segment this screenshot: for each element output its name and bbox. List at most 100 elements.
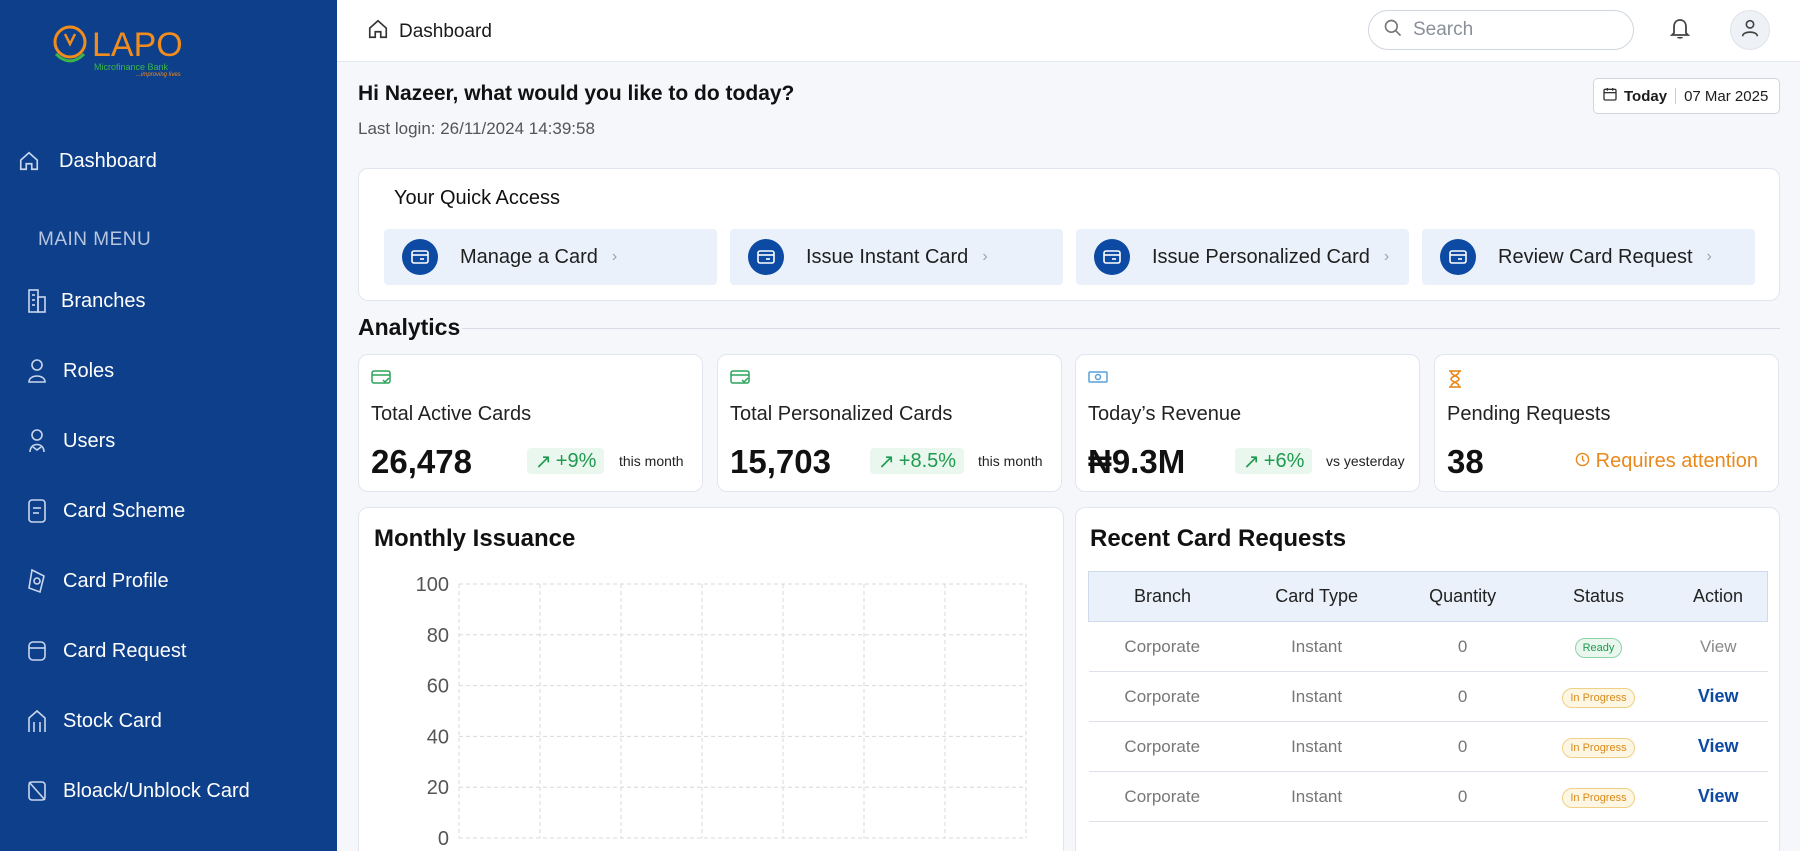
cell-action: View: [1668, 671, 1768, 722]
view-link[interactable]: View: [1698, 786, 1739, 806]
card-request-icon: [25, 639, 49, 663]
block-card-icon: [25, 779, 49, 803]
top-bar: Dashboard: [337, 0, 1800, 62]
view-link[interactable]: View: [1700, 637, 1737, 656]
clock-icon: [1575, 450, 1590, 473]
stat-title: Pending Requests: [1447, 403, 1611, 425]
date-picker[interactable]: Today 07 Mar 2025: [1593, 78, 1780, 114]
cell-branch: Corporate: [1088, 771, 1236, 822]
cell-status: In Progress: [1528, 671, 1669, 722]
card-profile-icon: [25, 568, 49, 594]
y-tick-label: 40: [427, 726, 449, 748]
cell-card-type: Instant: [1235, 771, 1398, 822]
last-login-text: Last login: 26/11/2024 14:39:58: [358, 119, 595, 138]
stat-title: Total Personalized Cards: [730, 403, 953, 425]
column-header: Quantity: [1397, 571, 1529, 622]
cell-status: In Progress: [1528, 721, 1669, 772]
y-tick-label: 80: [427, 625, 449, 647]
stat-value: ₦9.3M: [1088, 443, 1186, 480]
cell-quantity: 0: [1397, 771, 1529, 822]
issue-personalized-card-button[interactable]: Issue Personalized Card ›: [1076, 229, 1409, 285]
greeting-heading: Hi Nazeer, what would you like to do tod…: [358, 82, 795, 105]
stat-change-badge: ↗ +8.5%: [870, 448, 965, 474]
cash-icon: [1088, 369, 1108, 390]
trend-up-icon: ↗: [535, 450, 552, 473]
stat-card-personalized-cards: Total Personalized Cards 15,703 ↗ +8.5% t…: [717, 354, 1062, 492]
recent-requests-table: Branch Card Type Quantity Status Action …: [1087, 571, 1768, 822]
search-box[interactable]: [1368, 10, 1634, 50]
sidebar-item-next[interactable]: [0, 836, 337, 851]
stat-change-badge: ↗ +6%: [1235, 448, 1313, 474]
cell-card-type: Instant: [1235, 671, 1398, 722]
column-header: Action: [1668, 571, 1768, 622]
lapo-emblem-icon: [53, 25, 87, 63]
status-badge: In Progress: [1562, 687, 1635, 708]
search-input[interactable]: [1413, 19, 1613, 41]
card-icon: [748, 239, 784, 275]
column-header: Branch: [1087, 571, 1236, 622]
view-link[interactable]: View: [1698, 686, 1739, 706]
review-card-request-button[interactable]: Review Card Request ›: [1422, 229, 1755, 285]
status-badge: In Progress: [1562, 787, 1635, 808]
lapo-logo[interactable]: LAPO Microfinance Bank ...improving live…: [50, 22, 190, 78]
cell-card-type: Instant: [1235, 721, 1398, 772]
table-row: Corporate Instant 0 In Progress View: [1088, 721, 1768, 772]
hourglass-icon: [1447, 369, 1463, 394]
sidebar-item-label: Users: [63, 429, 116, 452]
view-link[interactable]: View: [1698, 736, 1739, 756]
breadcrumb[interactable]: Dashboard: [367, 18, 492, 46]
status-badge: In Progress: [1562, 737, 1635, 758]
calendar-icon: [1602, 86, 1618, 106]
status-badge: Ready: [1574, 637, 1623, 658]
quick-access-panel: Your Quick Access Manage a Card › Issue …: [358, 168, 1780, 301]
stat-change: +6%: [1263, 449, 1305, 472]
sidebar-item-stock-card[interactable]: Stock Card: [0, 696, 337, 746]
sidebar-item-branches[interactable]: Branches: [0, 276, 337, 326]
divider: [462, 328, 1780, 329]
stat-value: 15,703: [730, 443, 831, 480]
bell-icon: [1668, 16, 1692, 45]
sidebar-item-label: Branches: [61, 289, 146, 312]
issue-instant-card-button[interactable]: Issue Instant Card ›: [730, 229, 1063, 285]
today-label: Today: [1624, 87, 1668, 105]
cell-status: Ready: [1528, 621, 1669, 672]
sidebar-item-card-profile[interactable]: Card Profile: [0, 556, 337, 606]
stat-card-revenue: Today’s Revenue ₦9.3M ↗ +6% vs yesterday: [1075, 354, 1420, 492]
sidebar-item-dashboard[interactable]: Dashboard: [0, 136, 337, 186]
monthly-issuance-chart: 100806040200 MayJunJulAugSepOctNov: [416, 574, 1027, 851]
sidebar-item-label: Card Profile: [63, 569, 169, 592]
cell-action: View: [1668, 771, 1768, 822]
chevron-right-icon: ›: [611, 248, 618, 265]
chevron-right-icon: ›: [1383, 248, 1390, 265]
user-avatar[interactable]: [1730, 10, 1770, 50]
column-header: Status: [1528, 571, 1669, 622]
divider: [1675, 88, 1677, 104]
sidebar-item-roles[interactable]: Roles: [0, 346, 337, 396]
sidebar-item-label: Stock Card: [63, 709, 162, 732]
quick-access-label: Manage a Card: [460, 245, 598, 268]
cell-action: View: [1668, 621, 1768, 672]
today-date: 07 Mar 2025: [1684, 87, 1769, 105]
notifications-button[interactable]: [1666, 16, 1694, 44]
card-icon: [402, 239, 438, 275]
quick-access-title: Your Quick Access: [394, 187, 561, 209]
cell-quantity: 0: [1397, 721, 1529, 772]
trend-up-icon: ↗: [1243, 450, 1260, 473]
sidebar-item-card-scheme[interactable]: Card Scheme: [0, 486, 337, 536]
cell-branch: Corporate: [1088, 721, 1236, 772]
y-tick-label: 0: [438, 828, 449, 850]
sidebar-item-block-unblock-card[interactable]: Bloack/Unblock Card: [0, 766, 337, 816]
quick-access-label: Issue Instant Card: [806, 245, 969, 268]
manage-card-button[interactable]: Manage a Card ›: [384, 229, 717, 285]
sidebar-item-users[interactable]: Users: [0, 416, 337, 466]
users-icon: [25, 429, 49, 453]
stat-change: +8.5%: [898, 449, 957, 472]
cell-branch: Corporate: [1088, 621, 1236, 672]
sidebar-item-card-request[interactable]: Card Request: [0, 626, 337, 676]
building-icon: [25, 289, 49, 313]
credit-card-icon: [371, 369, 391, 390]
sidebar-item-label: Bloack/Unblock Card: [63, 779, 250, 802]
credit-card-icon: [730, 369, 750, 390]
stat-title: Today’s Revenue: [1088, 403, 1242, 425]
search-icon: [1383, 18, 1403, 43]
